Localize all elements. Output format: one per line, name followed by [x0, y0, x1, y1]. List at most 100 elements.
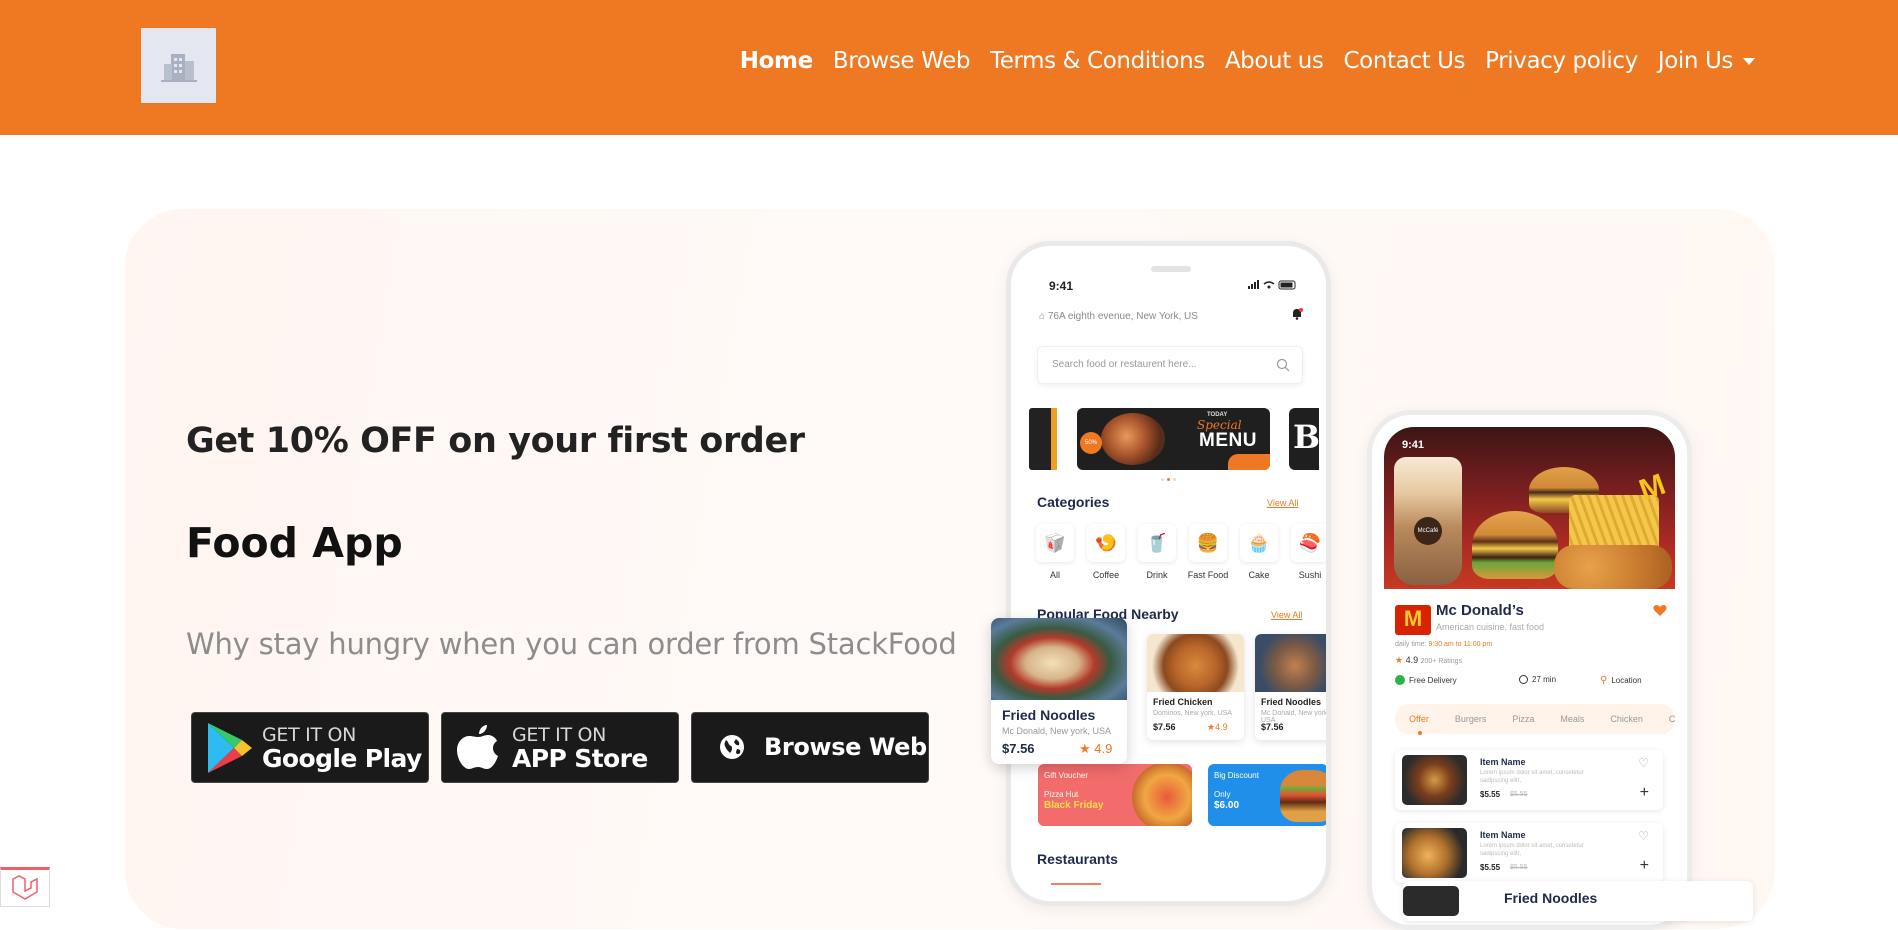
active-tab-indicator	[1418, 731, 1422, 735]
category-coffee[interactable]: 🍤 Coffee	[1087, 524, 1125, 580]
delivery-address[interactable]: ⌂ 76A eighth evenue, New York, US	[1039, 311, 1198, 322]
restaurant-name: Mc Donald’s	[1436, 602, 1524, 619]
tab-pizza[interactable]: Pizza	[1512, 714, 1534, 724]
floating-item-card[interactable]: Fried Noodles	[1403, 881, 1753, 921]
sushi-icon: 🍣	[1291, 524, 1326, 562]
restaurants-underline	[1051, 883, 1101, 885]
caret-down-icon	[1743, 58, 1755, 65]
nav-browse-web-link[interactable]: Browse Web	[833, 48, 971, 74]
category-drink[interactable]: 🥤 Drink	[1138, 524, 1176, 580]
nav-join-us-dropdown[interactable]: Join Us	[1658, 48, 1755, 74]
tab-more[interactable]: C	[1669, 714, 1676, 724]
daily-time-value: 9:30 am to 11:00 pm	[1428, 641, 1493, 648]
popular-view-all-link[interactable]: View All	[1271, 610, 1302, 620]
banner-accent	[1228, 454, 1270, 470]
burger-icon: 🍔	[1189, 524, 1227, 562]
browse-web-button[interactable]: Browse Web	[691, 712, 929, 783]
category-label: All	[1049, 570, 1060, 580]
google-play-button[interactable]: GET IT ON Google Play	[191, 712, 429, 783]
food-location: Dominos, New york, USA	[1153, 710, 1232, 717]
banner-right[interactable]: B	[1289, 408, 1320, 470]
item-name: Item Name	[1480, 757, 1526, 767]
item-image	[1402, 755, 1467, 805]
bell-icon[interactable]	[1290, 307, 1304, 321]
nav-home-link[interactable]: Home	[740, 48, 813, 74]
discount-only: Only	[1214, 790, 1231, 799]
gift-voucher-banner[interactable]: Gift Voucher Pizza Hut Black Friday	[1038, 764, 1192, 826]
heart-icon[interactable]	[1653, 604, 1667, 617]
restaurant-hero-image: McCafé M	[1384, 427, 1675, 589]
item-name: Fried Noodles	[1504, 890, 1598, 906]
featured-food-price: $7.56	[1002, 741, 1035, 756]
menu-item-card[interactable]: Item Name Lorem ipsum dolor sit amet, co…	[1395, 823, 1663, 883]
menu-item-card[interactable]: Item Name Lorem ipsum dolor sit amet, co…	[1395, 750, 1663, 810]
address-text: 76A eighth evenue, New York, US	[1047, 311, 1198, 322]
free-delivery-label: Free Delivery	[1409, 675, 1457, 685]
discount-price: $6.00	[1214, 800, 1240, 811]
search-input[interactable]: Search food or restaurent here...	[1037, 346, 1303, 384]
item-name: Item Name	[1480, 830, 1526, 840]
category-label: Cake	[1248, 570, 1270, 580]
app-store-button[interactable]: GET IT ON APP Store	[441, 712, 679, 783]
tab-burgers[interactable]: Burgers	[1455, 714, 1487, 724]
tab-offer[interactable]: Offer	[1409, 714, 1429, 724]
food-rating: ★4.9	[1207, 722, 1228, 733]
add-item-button[interactable]: +	[1640, 857, 1649, 875]
voucher-label: Gift Voucher	[1044, 771, 1089, 780]
shrimp-icon: 🍤	[1087, 524, 1125, 562]
category-fast-food[interactable]: 🍔 Fast Food	[1188, 524, 1228, 580]
home-icon: ⌂	[1039, 311, 1048, 322]
categories-view-all-link[interactable]: View All	[1267, 498, 1298, 508]
takeout-icon: 🥡	[1036, 524, 1074, 562]
category-all[interactable]: 🥡 All	[1036, 524, 1074, 580]
location-label: Location	[1611, 676, 1642, 685]
nav-about-link[interactable]: About us	[1225, 48, 1324, 74]
item-old-price: $5.55	[1510, 864, 1528, 871]
item-price: $5.55	[1480, 790, 1501, 799]
voucher-brand: Pizza Hut	[1044, 790, 1079, 799]
nav-terms-link[interactable]: Terms & Conditions	[990, 48, 1205, 74]
cupcake-icon: 🧁	[1240, 524, 1278, 562]
hero-subtitle: Why stay hungry when you can order from …	[186, 627, 957, 661]
page-title: Food App	[186, 519, 403, 567]
globe-icon	[720, 735, 744, 759]
app-store-small-label: GET IT ON	[512, 724, 607, 746]
mcdonalds-logo: M	[1395, 605, 1431, 635]
app-store-big-label: APP Store	[512, 744, 648, 773]
tab-meals[interactable]: Meals	[1560, 714, 1584, 724]
google-play-icon	[208, 723, 252, 773]
free-delivery-info: Free Delivery	[1395, 675, 1457, 685]
location-info[interactable]: ⚲ Location	[1600, 675, 1642, 686]
location-pin-icon: ⚲	[1600, 675, 1608, 686]
nav-privacy-link[interactable]: Privacy policy	[1485, 48, 1638, 74]
categories-title: Categories	[1037, 494, 1110, 510]
heart-outline-icon[interactable]: ♡	[1638, 829, 1649, 843]
featured-food-card[interactable]: Fried Noodles Mc Donald, New york, USA $…	[991, 618, 1127, 764]
category-cake[interactable]: 🧁 Cake	[1240, 524, 1278, 580]
add-item-button[interactable]: +	[1640, 784, 1649, 802]
restaurant-rating: ★ 4.9 200+ Ratings	[1395, 655, 1462, 666]
daily-time-label: daily time:	[1395, 641, 1427, 648]
nuggets-image	[1554, 545, 1672, 589]
phone-mockup-restaurant: McCafé M 9:41 M Mc Donald’s American cui…	[1367, 410, 1692, 930]
banner-left[interactable]	[1029, 408, 1057, 470]
item-image	[1403, 886, 1459, 916]
food-plate-image	[1101, 413, 1165, 465]
big-discount-banner[interactable]: Big Discount Only $6.00	[1208, 764, 1326, 826]
category-sushi[interactable]: 🍣 Sushi	[1291, 524, 1326, 580]
heart-outline-icon[interactable]: ♡	[1638, 756, 1649, 770]
top-navbar: Home Browse Web Terms & Conditions About…	[0, 0, 1898, 135]
discount-badge: 50%	[1080, 432, 1102, 454]
burger-image	[1472, 511, 1558, 579]
nav-contact-link[interactable]: Contact Us	[1344, 48, 1466, 74]
google-play-small-label: GET IT ON	[262, 724, 357, 746]
food-card-fried-chicken[interactable]: Fried Chicken Dominos, New york, USA $7.…	[1147, 634, 1244, 740]
item-price: $5.55	[1480, 863, 1501, 872]
debugbar-toggle[interactable]	[0, 867, 50, 907]
site-logo[interactable]	[141, 28, 216, 103]
tab-chicken[interactable]: Chicken	[1610, 714, 1643, 724]
categories-list: 🥡 All 🍤 Coffee 🥤 Drink 🍔 Fast Food 🧁 Cake 🍣 Su…	[1036, 524, 1326, 580]
item-old-price: $5.55	[1510, 791, 1528, 798]
special-menu-banner[interactable]: 50% TODAY Special MENU	[1077, 408, 1270, 470]
food-card-fried-noodles[interactable]: Fried Noodles Mc Donald, New york, USA $…	[1255, 634, 1326, 740]
